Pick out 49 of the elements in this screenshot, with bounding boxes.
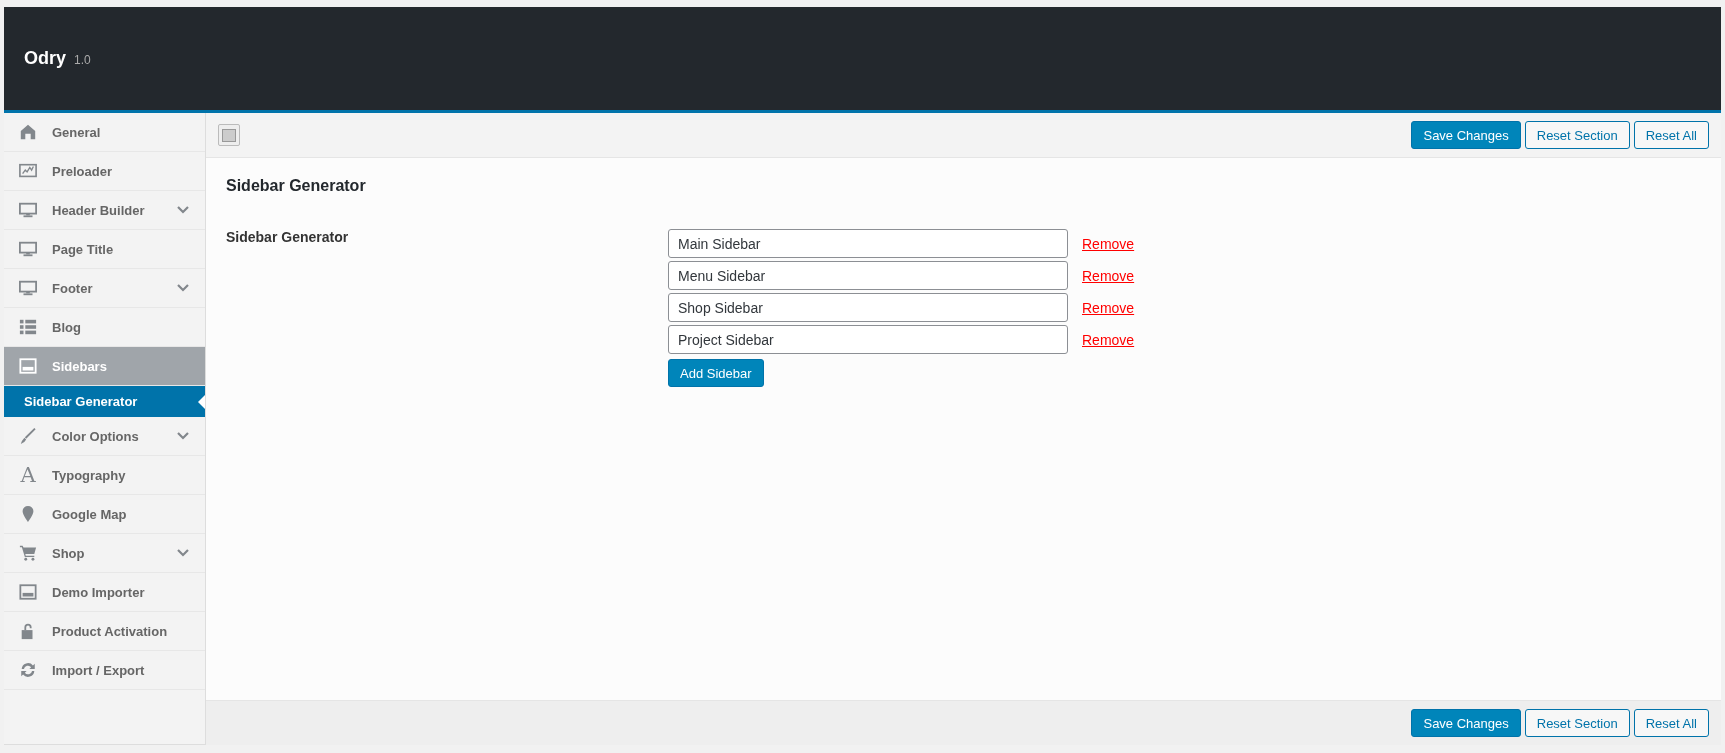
field-label: Sidebar Generator bbox=[226, 229, 350, 247]
add-sidebar-button[interactable]: Add Sidebar bbox=[668, 359, 764, 387]
version-label: 1.0 bbox=[74, 53, 91, 67]
menu-item[interactable]: Google Map bbox=[4, 495, 205, 534]
chevron-down-icon bbox=[177, 432, 189, 440]
sidebar-name-field[interactable]: Main Sidebar bbox=[668, 229, 1068, 258]
menu-item[interactable]: Color Options bbox=[4, 417, 205, 456]
refresh-icon bbox=[19, 661, 37, 679]
menu-item[interactable]: Preloader bbox=[4, 152, 205, 191]
monitor-icon bbox=[19, 279, 37, 297]
reset-button[interactable]: Reset All bbox=[1633, 121, 1709, 149]
monitor-icon bbox=[19, 240, 37, 258]
chevron-down-icon bbox=[177, 284, 189, 292]
chevron-down-icon bbox=[177, 206, 189, 214]
sidebar-name-field[interactable]: Menu Sidebar bbox=[668, 261, 1068, 290]
chart-icon bbox=[19, 162, 37, 180]
remove-link[interactable]: Remove bbox=[1082, 267, 1135, 284]
remove-link[interactable]: Remove bbox=[1082, 331, 1135, 348]
sidebar-name-field[interactable]: Project Sidebar bbox=[668, 325, 1068, 354]
brush-icon bbox=[19, 427, 37, 445]
section-title: Sidebar Generator bbox=[226, 177, 367, 195]
menu-item[interactable]: Demo Importer bbox=[4, 573, 205, 612]
reset-button[interactable]: Reset Section bbox=[1524, 709, 1630, 737]
remove-link[interactable]: Remove bbox=[1082, 299, 1135, 316]
reset-button[interactable]: Reset All bbox=[1633, 709, 1709, 737]
menu-item[interactable]: Page Title bbox=[4, 230, 205, 269]
home-icon bbox=[19, 123, 37, 141]
chevron-down-icon bbox=[177, 549, 189, 557]
menu-item[interactable]: Product Activation bbox=[4, 612, 205, 651]
menu-item[interactable]: Footer bbox=[4, 269, 205, 308]
layout-icon bbox=[19, 357, 37, 375]
menu-item[interactable]: Import / Export bbox=[4, 651, 205, 690]
layout-toggle-icon[interactable] bbox=[218, 124, 240, 146]
letter-icon: A bbox=[19, 464, 37, 486]
menu-item[interactable]: Header Builder bbox=[4, 191, 205, 230]
menu-item[interactable]: Shop bbox=[4, 534, 205, 573]
remove-link[interactable]: Remove bbox=[1082, 235, 1135, 252]
sidebar-name-field[interactable]: Shop Sidebar bbox=[668, 293, 1068, 322]
menu-item[interactable]: A Typography bbox=[4, 456, 205, 495]
app-title: Odry bbox=[24, 48, 66, 69]
save-button[interactable]: Save Changes bbox=[1411, 709, 1521, 737]
cart-icon bbox=[19, 544, 37, 562]
menu-item[interactable]: General bbox=[4, 113, 205, 152]
list-icon bbox=[19, 318, 37, 336]
reset-button[interactable]: Reset Section bbox=[1524, 121, 1630, 149]
layout-icon bbox=[19, 583, 37, 601]
submenu-item[interactable]: Sidebar Generator bbox=[4, 386, 205, 417]
save-button[interactable]: Save Changes bbox=[1411, 121, 1521, 149]
monitor-icon bbox=[19, 201, 37, 219]
